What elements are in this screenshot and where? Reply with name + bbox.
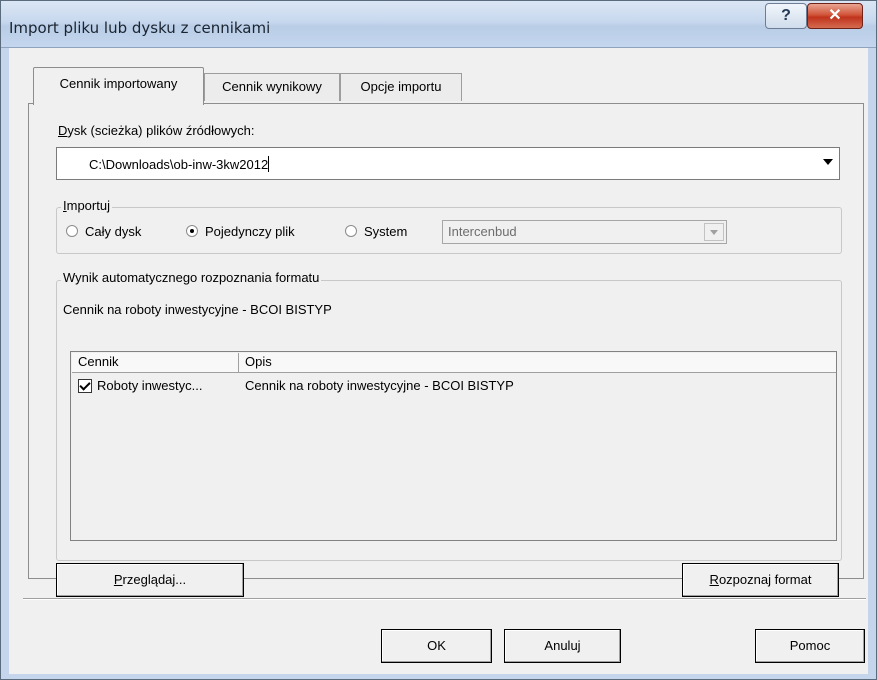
source-path-label-mnemonic: D (58, 123, 68, 138)
detection-group-title: Wynik automatycznego rozpoznania formatu (61, 270, 322, 285)
title-bar[interactable]: Import pliku lub dysku z cennikami ? ✕ (1, 1, 876, 48)
source-path-combobox[interactable]: C:\Downloads\ob-inw-3kw2012 (56, 147, 840, 180)
close-icon: ✕ (828, 7, 842, 24)
browse-mnemonic: P (113, 572, 123, 587)
window-frame-left (1, 48, 9, 679)
detect-format-label: ozpoznaj format (718, 572, 812, 587)
tab-cennik-wynikowy[interactable]: Cennik wynikowy (204, 73, 340, 101)
detect-format-mnemonic: R (709, 572, 719, 587)
browse-label: rzeglądaj... (122, 572, 187, 587)
chevron-down-icon[interactable] (823, 159, 833, 165)
list-header: Cennik Opis (72, 353, 836, 373)
window-title: Import pliku lub dysku z cennikami (9, 19, 271, 37)
cennik-listview[interactable]: Cennik Opis Roboty inwestyc... Cennik na… (70, 351, 837, 541)
browse-button[interactable]: Przeglądaj... (56, 563, 244, 597)
bottom-separator (23, 598, 866, 600)
help-button[interactable]: Pomoc (755, 629, 865, 663)
radio-circle (345, 225, 357, 237)
row-checkbox[interactable] (78, 379, 92, 393)
source-path-value: C:\Downloads\ob-inw-3kw2012 (89, 156, 270, 172)
source-path-text: C:\Downloads\ob-inw-3kw2012 (89, 157, 269, 172)
help-icon: ? (781, 7, 791, 24)
radio-pojedynczy-plik-label: Pojedynczy plik (205, 224, 295, 239)
import-group-title-text: mportuj (66, 198, 110, 213)
chevron-down-icon (704, 223, 724, 241)
list-item[interactable]: Roboty inwestyc... Cennik na roboty inwe… (72, 376, 836, 396)
radio-system-label: System (364, 224, 408, 239)
text-caret (268, 156, 270, 172)
system-combobox-value: Intercenbud (448, 224, 517, 239)
detect-format-button[interactable]: Rozpoznaj format (682, 563, 839, 597)
window-frame-right (868, 48, 876, 679)
cell-opis: Cennik na roboty inwestycyjne - BCOI BIS… (245, 378, 514, 393)
source-path-label: Dysk (scieżka) plików źródłowych: (58, 123, 255, 138)
import-group-title: Importuj (61, 198, 112, 213)
column-header-cennik[interactable]: Cennik (72, 353, 239, 372)
tab-opcje-importu[interactable]: Opcje importu (340, 73, 462, 101)
cell-cennik: Roboty inwestyc... (97, 378, 203, 393)
radio-circle-selected (186, 225, 198, 237)
column-header-opis[interactable]: Opis (239, 353, 836, 372)
detection-result-text: Cennik na roboty inwestycyjne - BCOI BIS… (63, 302, 332, 317)
radio-circle (66, 225, 78, 237)
ok-button[interactable]: OK (381, 629, 492, 663)
help-title-button[interactable]: ? (765, 3, 807, 29)
window-frame-bottom (1, 674, 876, 679)
source-path-label-text: ysk (scieżka) plików źródłowych: (67, 123, 255, 138)
system-combobox: Intercenbud (442, 220, 727, 244)
close-button[interactable]: ✕ (807, 3, 863, 29)
dialog-window: Import pliku lub dysku z cennikami ? ✕ C… (0, 0, 877, 680)
radio-caly-dysk-label: Cały dysk (85, 224, 142, 239)
dialog-client-area: Cennik importowany Cennik wynikowy Opcje… (9, 48, 868, 674)
tab-cennik-importowany[interactable]: Cennik importowany (33, 67, 204, 105)
cancel-button[interactable]: Anuluj (504, 629, 621, 663)
